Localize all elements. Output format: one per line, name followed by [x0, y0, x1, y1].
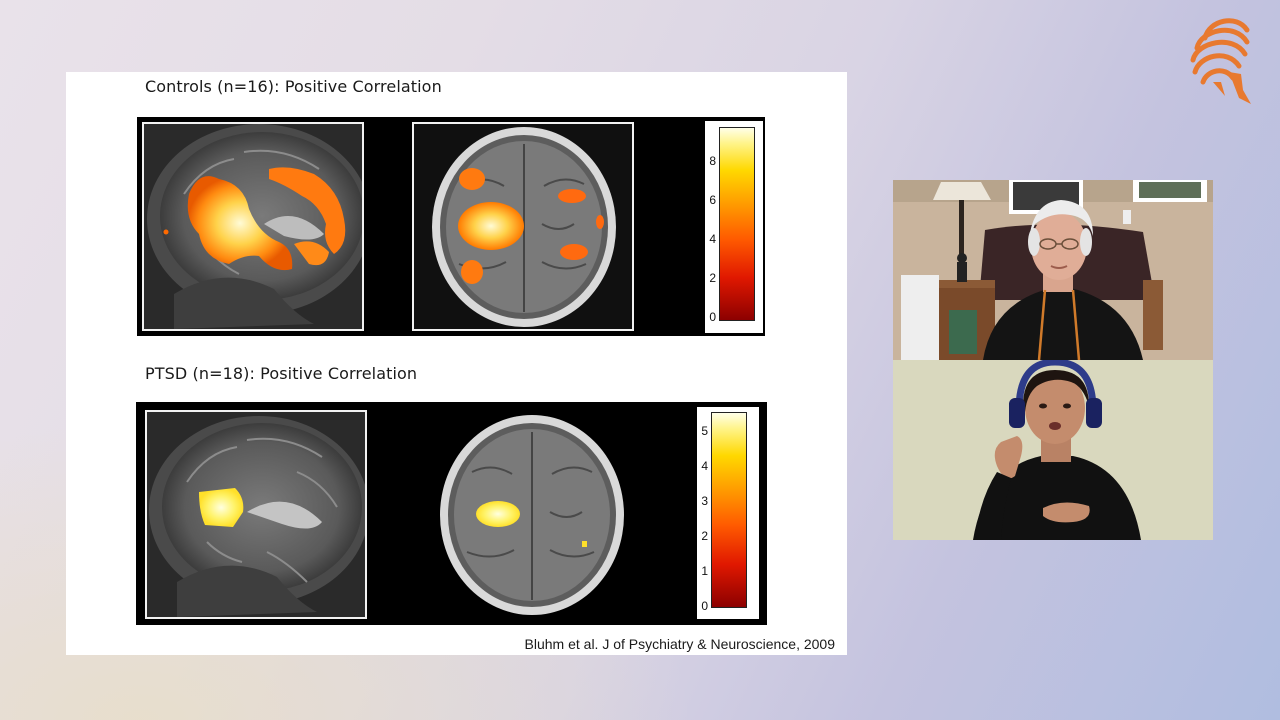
ptsd-axial-scan	[414, 410, 636, 619]
video-tile-presenter[interactable]	[893, 180, 1213, 360]
lamp-shade	[933, 182, 991, 200]
controls-colorbar: 8 6 4 2 0	[705, 121, 763, 333]
colorbar-tick: 6	[709, 193, 716, 207]
presentation-slide: Controls (n=16): Positive Correlation 8 …	[66, 72, 847, 655]
controls-axial-scan	[412, 122, 634, 331]
colorbar-tick: 0	[701, 599, 708, 613]
video-tile-interpreter[interactable]	[893, 360, 1213, 540]
colorbar-gradient	[711, 412, 747, 608]
colorbar-tick: 3	[701, 494, 708, 508]
colorbar-gradient	[719, 127, 755, 321]
controls-brain-figure: 8 6 4 2 0	[137, 117, 765, 336]
colorbar-tick: 8	[709, 154, 716, 168]
colorbar-tick: 1	[701, 564, 708, 578]
colorbar-tick: 4	[709, 232, 716, 246]
ptsd-panel-title: PTSD (n=18): Positive Correlation	[145, 364, 418, 383]
controls-sagittal-scan	[142, 122, 364, 331]
colorbar-tick: 2	[709, 271, 716, 285]
slide-citation: Bluhm et al. J of Psychiatry & Neuroscie…	[524, 636, 835, 652]
colorbar-tick: 4	[701, 459, 708, 473]
ptsd-brain-figure: 5 4 3 2 1 0	[136, 402, 767, 625]
spartan-helmet-logo-icon	[1185, 12, 1257, 108]
colorbar-tick: 2	[701, 529, 708, 543]
ptsd-colorbar: 5 4 3 2 1 0	[697, 407, 759, 619]
ptsd-sagittal-scan	[145, 410, 367, 619]
colorbar-tick: 0	[709, 310, 716, 324]
colorbar-tick: 5	[701, 424, 708, 438]
controls-panel-title: Controls (n=16): Positive Correlation	[145, 77, 442, 96]
